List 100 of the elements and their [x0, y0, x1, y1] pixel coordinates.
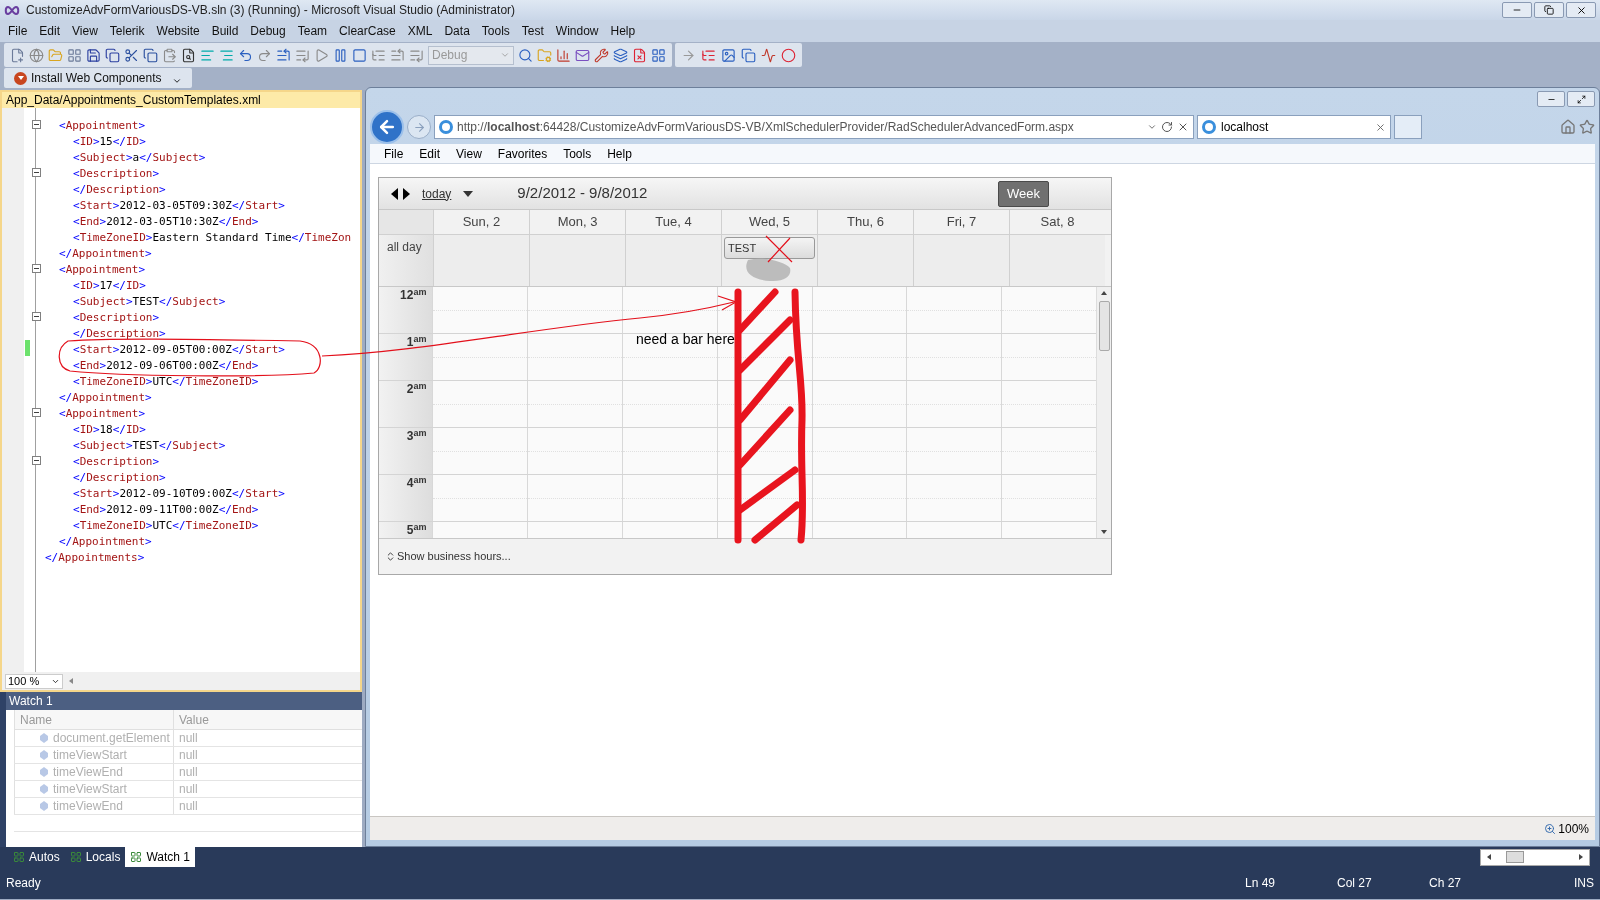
properties-icon[interactable]	[556, 47, 571, 63]
menu-item[interactable]: ClearCase	[333, 22, 402, 40]
all-day-cell[interactable]	[625, 235, 721, 286]
uncomment-icon[interactable]	[219, 47, 234, 63]
menu-item[interactable]: Edit	[411, 144, 449, 163]
menu-item[interactable]: XML	[401, 22, 439, 40]
close-button[interactable]	[1566, 2, 1596, 18]
new-tab-button[interactable]	[1394, 115, 1422, 139]
browser-tab[interactable]: localhost	[1197, 115, 1391, 139]
output-icon[interactable]	[651, 47, 666, 63]
menu-item[interactable]: Team	[291, 22, 334, 40]
toolbox-icon[interactable]	[613, 47, 628, 63]
call-stack-icon[interactable]	[741, 47, 756, 63]
scrollbar[interactable]	[1480, 848, 1590, 866]
menu-item[interactable]: Test	[515, 22, 550, 40]
stop-icon[interactable]	[1177, 121, 1189, 133]
refresh-icon[interactable]	[1161, 121, 1173, 133]
navigate-back-icon[interactable]	[276, 47, 291, 63]
find-in-files-icon[interactable]	[518, 47, 533, 63]
menu-item[interactable]: Window	[549, 22, 605, 40]
address-bar[interactable]: http://localhost:64428/CustomizeAdvFormVariousDS-VB/XmlSchedulerProvider/RadSchedulerAdvancedForm.aspx	[434, 115, 1194, 139]
next-arrow-icon[interactable]	[403, 187, 410, 200]
redo-icon[interactable]	[257, 47, 272, 63]
menu-item[interactable]: Tools	[475, 22, 516, 40]
collapse-icon[interactable]	[31, 455, 41, 465]
back-button[interactable]	[370, 110, 404, 144]
record-icon[interactable]	[781, 47, 796, 63]
save-icon[interactable]	[86, 47, 101, 63]
panel-tab[interactable]: Autos	[8, 847, 65, 867]
immediate-icon[interactable]	[721, 47, 736, 63]
all-day-cell[interactable]	[913, 235, 1009, 286]
panel-tab[interactable]: Watch 1	[125, 847, 195, 867]
cut-icon[interactable]	[124, 47, 139, 63]
menu-item[interactable]: Build	[205, 22, 245, 40]
navigate-forward-icon[interactable]	[295, 47, 310, 63]
error-list-icon[interactable]	[632, 47, 647, 63]
collapse-icon[interactable]	[31, 167, 41, 177]
document-tab[interactable]: App_Data/Appointments_CustomTemplates.xml	[6, 91, 261, 109]
breakpoints-icon[interactable]	[701, 47, 716, 63]
collapse-icon[interactable]	[31, 407, 41, 417]
all-day-cell[interactable]	[433, 235, 529, 286]
maximize-button[interactable]	[1567, 91, 1595, 107]
forward-button[interactable]	[407, 115, 431, 139]
overflow-icon[interactable]	[171, 76, 182, 86]
zoom-level[interactable]: 100%	[1558, 819, 1589, 838]
today-link[interactable]: today	[422, 184, 452, 203]
pause-icon[interactable]	[333, 47, 348, 63]
view-tab[interactable]: Week	[998, 180, 1049, 207]
expand-icon[interactable]	[385, 551, 396, 562]
restore-button[interactable]	[1534, 2, 1564, 18]
collapse-icon[interactable]	[31, 119, 41, 129]
start-icon[interactable]	[314, 47, 329, 63]
save-all-icon[interactable]	[105, 47, 120, 63]
step-into-icon[interactable]	[371, 47, 386, 63]
stop-icon[interactable]	[352, 47, 367, 63]
dropdown-icon[interactable]	[1147, 122, 1157, 132]
menu-item[interactable]: Help	[604, 22, 642, 40]
collapse-icon[interactable]	[31, 311, 41, 321]
find-icon[interactable]	[181, 47, 196, 63]
all-day-cell[interactable]	[1009, 235, 1105, 286]
previous-arrow-icon[interactable]	[391, 187, 398, 200]
collapse-icon[interactable]	[31, 263, 41, 273]
menu-item[interactable]: View	[448, 144, 490, 163]
globe-icon[interactable]	[29, 47, 44, 63]
all-day-cell[interactable]	[817, 235, 913, 286]
next-icon[interactable]	[681, 47, 696, 63]
step-out-icon[interactable]	[409, 47, 424, 63]
zoom-icon[interactable]	[1544, 822, 1557, 835]
day-header: Tue, 4	[625, 210, 721, 234]
menu-item[interactable]: Help	[599, 144, 640, 163]
scroll-left-icon[interactable]	[69, 678, 73, 684]
object-browser-icon[interactable]	[575, 47, 590, 63]
menu-item[interactable]: Website	[150, 22, 206, 40]
menu-item[interactable]: File	[2, 22, 34, 40]
threads-icon[interactable]	[761, 47, 776, 63]
install-web-components-button[interactable]: Install Web Components	[14, 69, 162, 87]
home-icon[interactable]	[1560, 119, 1576, 135]
step-over-icon[interactable]	[390, 47, 405, 63]
menu-item[interactable]: View	[66, 22, 104, 40]
menu-item[interactable]: Tools	[555, 144, 600, 163]
business-hours-link[interactable]: Show business hours...	[397, 548, 511, 565]
menu-item[interactable]: Debug	[244, 22, 292, 40]
close-tab-icon[interactable]	[1375, 121, 1386, 133]
dropdown-caret-icon[interactable]	[463, 190, 474, 197]
panel-tab[interactable]: Locals	[64, 847, 126, 867]
menu-item[interactable]: Edit	[33, 22, 67, 40]
zoom-dropdown[interactable]: 100 %	[5, 673, 63, 689]
menu-item[interactable]: Favorites	[489, 144, 556, 163]
menu-item[interactable]: Data	[438, 22, 476, 40]
tools-icon[interactable]	[594, 47, 609, 63]
open-folder-icon[interactable]	[48, 47, 63, 63]
copy-icon[interactable]	[143, 47, 158, 63]
undo-icon[interactable]	[238, 47, 253, 63]
minimize-button[interactable]	[1537, 91, 1565, 107]
menu-item[interactable]: File	[376, 144, 412, 163]
all-day-cell[interactable]	[529, 235, 625, 286]
all-day-event[interactable]: TEST	[724, 237, 815, 259]
menu-item[interactable]: Telerik	[103, 22, 151, 40]
favorites-icon[interactable]	[1579, 119, 1595, 135]
new-project-icon[interactable]	[10, 47, 25, 63]
